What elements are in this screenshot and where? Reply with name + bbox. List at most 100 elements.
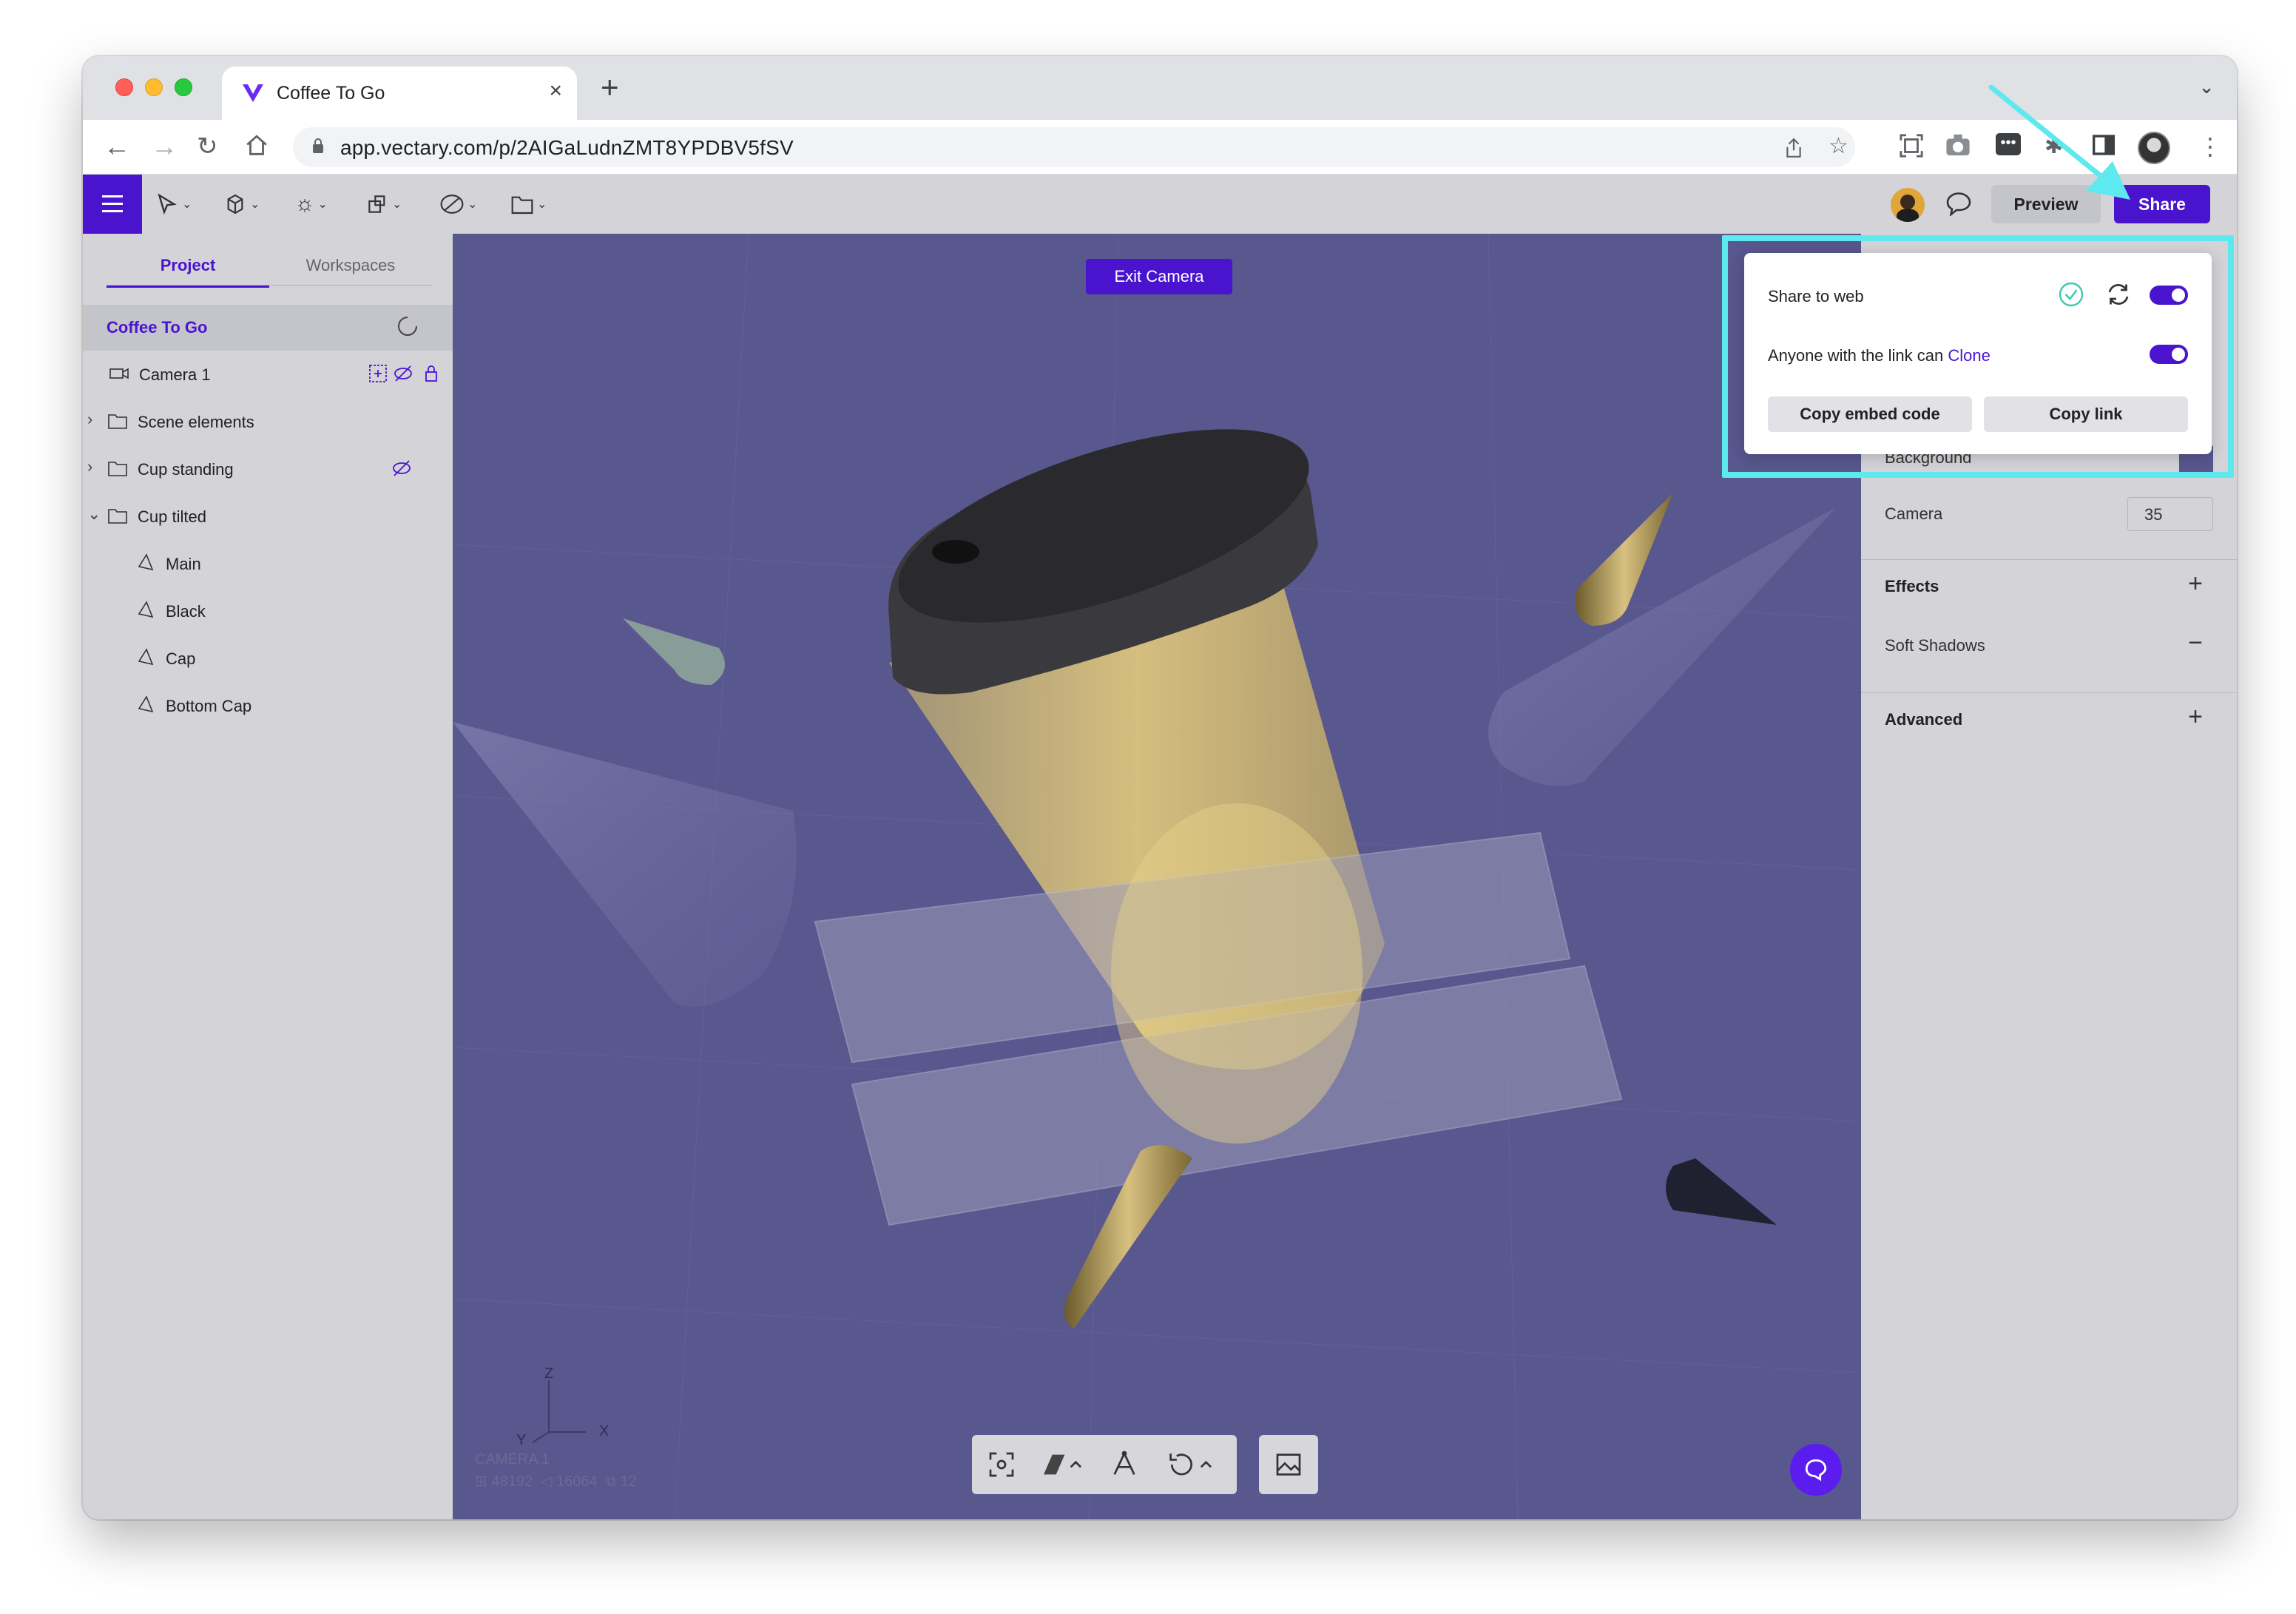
tree-item-project-root[interactable]: Coffee To Go [83, 305, 453, 351]
tree-item-cap[interactable]: Cap [83, 636, 453, 682]
minimize-window-button[interactable] [145, 78, 163, 96]
camera-extension-icon[interactable] [1945, 133, 1971, 157]
lock-icon [313, 138, 323, 153]
forward-icon[interactable]: → [151, 130, 178, 163]
mesh-icon [138, 695, 154, 713]
camera-icon [109, 368, 129, 379]
link-permission-text: Anyone with the link can Clone [1768, 346, 1991, 365]
hidden-eye-icon[interactable] [392, 362, 414, 385]
chevron-right-icon[interactable]: › [87, 457, 92, 476]
tree-item-label: Camera 1 [139, 365, 211, 384]
tab-workspaces[interactable]: Workspaces [269, 256, 432, 275]
link-permission-label: Anyone with the link can [1768, 346, 1944, 365]
clone-permission-toggle[interactable] [2150, 345, 2188, 364]
tree-item-cup-standing[interactable]: › Cup standing [83, 447, 453, 493]
screen-capture-icon[interactable] [1898, 133, 1925, 158]
remove-soft-shadows-button[interactable]: − [2188, 629, 2203, 658]
side-panel-icon[interactable] [2092, 133, 2116, 157]
tree-item-cup-tilted[interactable]: ⌄ Cup tilted [83, 494, 453, 540]
profile-avatar[interactable] [2138, 132, 2170, 164]
tree-item-bottom-cap[interactable]: Bottom Cap [83, 683, 453, 729]
camera-focal-input[interactable]: 35 [2127, 497, 2213, 531]
exit-camera-button[interactable]: Exit Camera [1086, 259, 1232, 294]
chevron-down-icon[interactable]: ⌄ [87, 504, 101, 524]
cursor-icon [158, 193, 177, 215]
tree-item-label: Scene elements [138, 413, 254, 431]
address-bar-row: ← → ↻ app.vectary.com/p/2AIGaLudnZMT8YPD… [83, 120, 2237, 175]
lock-icon[interactable] [420, 362, 442, 385]
expand-advanced-button[interactable]: + [2188, 703, 2203, 732]
browser-tab[interactable]: Coffee To Go × [222, 67, 577, 120]
new-tab-button[interactable]: + [601, 72, 619, 103]
folder-icon [108, 509, 127, 524]
folder-icon [511, 196, 533, 215]
user-avatar[interactable] [1891, 188, 1925, 222]
back-icon[interactable]: ← [104, 130, 130, 163]
close-window-button[interactable] [115, 78, 133, 96]
select-tool-button[interactable]: ⌄ [155, 191, 192, 217]
axis-label-x: X [599, 1423, 610, 1439]
scene-stats: CAMERA 1 ⊞ 48192 ◁ 16064 ⧉ 12 [475, 1448, 637, 1493]
project-panel: Project Workspaces Coffee To Go Camera 1… [83, 234, 453, 1519]
tree-item-label: Cap [166, 649, 196, 668]
chat-icon [1805, 1459, 1827, 1482]
snapping-icon[interactable] [1110, 1450, 1139, 1479]
3d-viewport[interactable]: Exit Camera Z Y X CAMERA 1 ⊞ 48192 ◁ 160… [453, 234, 1861, 1519]
copy-embed-code-button[interactable]: Copy embed code [1768, 396, 1972, 432]
omnibox[interactable]: app.vectary.com/p/2AIGaLudnZMT8YPDBV5fSV… [293, 127, 1855, 167]
primitives-tool-button[interactable]: ⌄ [223, 191, 260, 217]
support-chat-button[interactable] [1790, 1444, 1842, 1496]
tree-item-label: Black [166, 602, 206, 621]
mesh-icon [138, 553, 154, 571]
history-icon[interactable] [1166, 1450, 1215, 1479]
preview-button[interactable]: Preview [1991, 185, 2101, 223]
tree-item-label: Coffee To Go [107, 318, 208, 337]
folder-icon [108, 462, 127, 476]
password-extension-icon[interactable]: ••• [1996, 133, 2021, 155]
comment-icon[interactable] [1945, 191, 1972, 216]
edges-icon: ◁ [541, 1473, 553, 1490]
focus-camera-icon[interactable] [367, 362, 389, 385]
materials-tool-button[interactable]: ⌄ [439, 191, 477, 217]
tab-project[interactable]: Project [107, 256, 269, 288]
share-button[interactable]: Share [2114, 185, 2210, 223]
browser-window: Coffee To Go × + ⌄ ← → ↻ app.vectary.com… [83, 56, 2237, 1519]
focus-frame-icon[interactable] [987, 1450, 1016, 1479]
tab-search-icon[interactable]: ⌄ [2198, 75, 2215, 98]
share-to-web-toggle[interactable] [2150, 286, 2188, 305]
axis-label-y: Y [516, 1432, 527, 1448]
url-text[interactable]: app.vectary.com/p/2AIGaLudnZMT8YPDBV5fSV [340, 136, 794, 160]
home-icon[interactable] [244, 133, 269, 158]
permission-clone-link[interactable]: Clone [1948, 346, 1990, 365]
mesh-icon [138, 648, 154, 666]
hidden-eye-icon[interactable] [391, 457, 413, 479]
tree-item-camera[interactable]: Camera 1 [83, 352, 453, 398]
share-page-icon[interactable] [1784, 138, 1803, 158]
material-icon [440, 195, 464, 214]
tree-item-label: Bottom Cap [166, 697, 252, 715]
tree-item-scene-elements[interactable]: › Scene elements [83, 399, 453, 445]
main-menu-button[interactable] [83, 175, 142, 234]
lights-tool-button[interactable]: ☼ ⌄ [294, 191, 328, 217]
effects-label: Effects [1885, 577, 1939, 595]
reload-icon[interactable]: ↻ [197, 130, 218, 163]
maximize-window-button[interactable] [175, 78, 192, 96]
transform-tool-button[interactable]: ⌄ [365, 191, 402, 217]
refresh-icon[interactable] [2105, 281, 2132, 308]
add-effect-button[interactable]: + [2188, 570, 2203, 598]
viewport-toolbar [972, 1435, 1237, 1494]
tree-item-main[interactable]: Main [83, 541, 453, 587]
tab-close-icon[interactable]: × [549, 78, 562, 104]
files-tool-button[interactable]: ⌄ [510, 191, 547, 217]
chevron-right-icon[interactable]: › [87, 410, 92, 429]
divider [1861, 692, 2237, 693]
render-image-button[interactable] [1259, 1435, 1318, 1494]
shading-mode-icon[interactable] [1040, 1450, 1084, 1479]
copy-link-button[interactable]: Copy link [1984, 396, 2188, 432]
bookmark-star-icon[interactable]: ☆ [1829, 133, 1848, 159]
tree-item-black[interactable]: Black [83, 589, 453, 635]
extensions-puzzle-icon[interactable]: ✱ [2045, 133, 2063, 160]
sun-icon: ☼ [294, 192, 315, 216]
vertices-icon: ⊞ [475, 1473, 487, 1490]
browser-menu-icon[interactable]: ⋮ [2198, 133, 2222, 160]
